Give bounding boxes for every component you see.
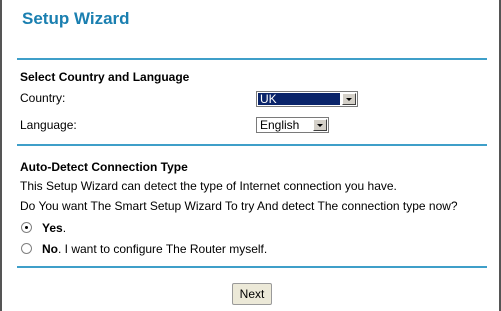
divider xyxy=(17,144,487,146)
chevron-down-icon[interactable] xyxy=(342,93,356,105)
auto-detect-question: Do You want The Smart Setup Wizard To tr… xyxy=(20,199,458,213)
radio-no[interactable] xyxy=(21,243,32,254)
country-select[interactable]: UK xyxy=(256,91,358,107)
page-title: Setup Wizard xyxy=(22,9,130,28)
chevron-down-icon[interactable] xyxy=(313,119,327,131)
radio-yes[interactable] xyxy=(21,222,32,233)
language-select[interactable]: English xyxy=(256,117,329,133)
divider xyxy=(17,58,487,60)
radio-no-label-rest: . I want to configure The Router myself. xyxy=(58,242,268,256)
radio-yes-label-rest: . xyxy=(62,221,67,235)
divider xyxy=(17,266,487,268)
radio-yes-label[interactable]: Yes. xyxy=(42,221,66,235)
radio-no-label[interactable]: No. I want to configure The Router mysel… xyxy=(42,242,267,256)
window-frame-left xyxy=(0,0,2,311)
section-title-auto-detect: Auto-Detect Connection Type xyxy=(20,160,188,174)
radio-no-label-bold: No xyxy=(42,242,58,256)
language-label: Language: xyxy=(20,118,77,132)
radio-yes-label-bold: Yes xyxy=(42,221,63,235)
next-button[interactable]: Next xyxy=(232,283,272,305)
country-select-value: UK xyxy=(258,93,340,106)
language-select-value: English xyxy=(260,118,300,132)
auto-detect-description: This Setup Wizard can detect the type of… xyxy=(20,179,397,193)
header: Setup Wizard xyxy=(2,0,499,46)
section-title-country-language: Select Country and Language xyxy=(20,70,190,84)
country-label: Country: xyxy=(20,91,66,105)
